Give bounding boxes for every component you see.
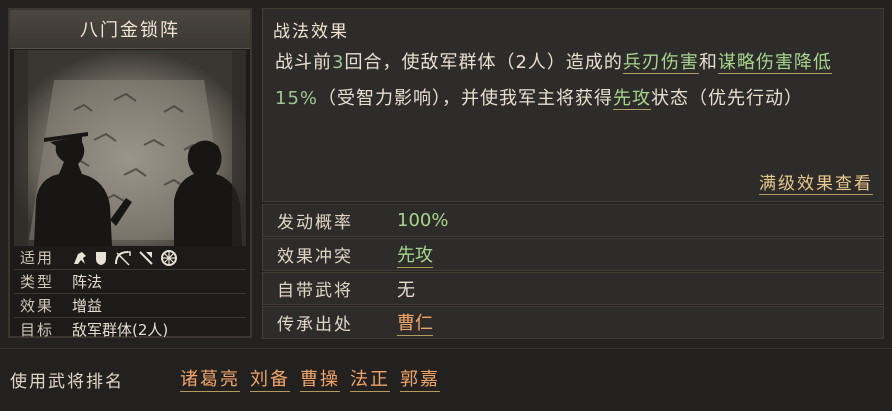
effect-panel: 战法效果 战斗前3回合，使敌军群体（2人）造成的兵刃伤害和谋略伤害降低 15%（受…: [262, 8, 884, 202]
trigger-label: 发动概率: [277, 213, 353, 233]
target-label: 目标: [20, 321, 55, 339]
archer-icon: [115, 250, 131, 266]
text-seg: 和: [698, 52, 718, 73]
conflict-row: 效果冲突 先攻: [262, 238, 884, 271]
inherit-row: 传承出处 曹仁: [262, 306, 884, 339]
ranking-name[interactable]: 诸葛亮: [180, 365, 240, 392]
rounds-value: 3: [332, 52, 345, 73]
keyword-weapon-damage[interactable]: 兵刃伤害: [622, 52, 699, 74]
applies-label: 适用: [20, 249, 55, 267]
shield-infantry-icon: [96, 251, 106, 265]
tactic-info: 适用 类型 阵法 效果 增益 目标 敌军群体(2人): [14, 246, 246, 341]
ranking-label: 使用武将排名: [10, 372, 124, 392]
effect-value: 增益: [72, 297, 103, 315]
keyword-strategy-damage-reduce[interactable]: 谋略伤害降低: [717, 52, 832, 74]
type-row: 类型 阵法: [14, 270, 246, 294]
general-value: 无: [397, 279, 415, 301]
tactic-illustration: [14, 50, 246, 246]
effect-title: 战法效果: [273, 22, 349, 42]
ranking-name[interactable]: 法正: [350, 365, 390, 392]
ranking-name[interactable]: 刘备: [250, 365, 290, 392]
inherit-label: 传承出处: [277, 315, 353, 335]
ranking-name[interactable]: 郭嘉: [400, 365, 440, 392]
spear-icon: [139, 250, 153, 265]
percent-value: 15%: [275, 88, 319, 109]
type-value: 阵法: [72, 273, 103, 291]
text-seg: （受智力影响），并使我军主将获得: [318, 88, 614, 109]
text-seg: 状态（优先行动）: [651, 88, 804, 109]
keyword-first-strike[interactable]: 先攻: [613, 88, 652, 110]
ranking-list: 诸葛亮 刘备 曹操 法正 郭嘉: [180, 365, 440, 392]
general-ranking-bar: 使用武将排名 诸葛亮 刘备 曹操 法正 郭嘉: [0, 348, 892, 411]
tactic-card: 八门金锁阵 适用 类型 阵法 效果 增益 目标 敌军群体(2人): [8, 8, 252, 341]
general-row: 自带武将 无: [262, 272, 884, 305]
type-label: 类型: [20, 273, 55, 291]
trigger-value: 100%: [397, 210, 449, 231]
general-label: 自带武将: [277, 281, 353, 301]
conflict-value[interactable]: 先攻: [397, 241, 433, 268]
tactic-name: 八门金锁阵: [10, 10, 250, 49]
applies-row: 适用: [14, 246, 246, 270]
cavalry-icon: [74, 251, 86, 264]
trigger-row: 发动概率 100%: [262, 204, 884, 237]
unit-icons: [72, 249, 184, 267]
target-value: 敌军群体(2人): [72, 321, 169, 339]
chariot-icon: [161, 249, 177, 266]
text-seg: 战斗前: [275, 52, 332, 73]
conflict-label: 效果冲突: [277, 247, 353, 267]
inherit-value[interactable]: 曹仁: [397, 309, 433, 336]
effect-label: 效果: [20, 297, 55, 315]
effect-description: 战斗前3回合，使敌军群体（2人）造成的兵刃伤害和谋略伤害降低 15%（受智力影响）…: [275, 45, 873, 117]
text-seg: 回合，使敌军群体（2人）造成的: [344, 52, 623, 73]
ranking-name[interactable]: 曹操: [300, 365, 340, 392]
full-effect-link[interactable]: 满级效果查看: [759, 169, 873, 195]
target-row: 目标 敌军群体(2人): [14, 318, 246, 341]
effect-row: 效果 增益: [14, 294, 246, 318]
